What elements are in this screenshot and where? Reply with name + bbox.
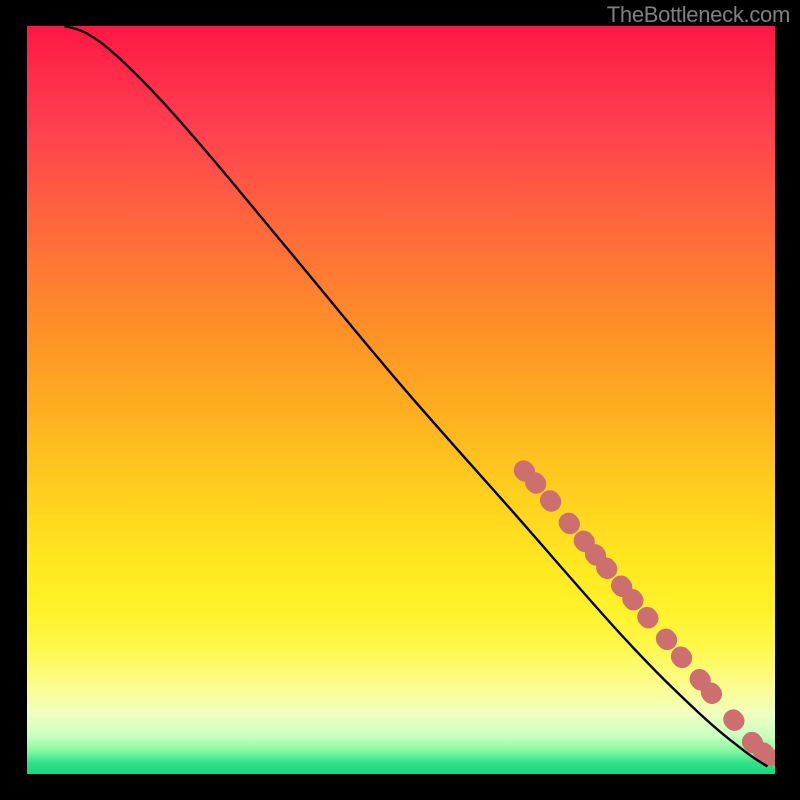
attribution-label: TheBottleneck.com (607, 2, 790, 28)
plot-area (27, 26, 775, 774)
scatter-point (719, 705, 748, 735)
curve-line (64, 26, 767, 767)
chart-container: TheBottleneck.com (0, 0, 800, 800)
scatter-marks (510, 456, 775, 768)
chart-svg (27, 26, 775, 774)
